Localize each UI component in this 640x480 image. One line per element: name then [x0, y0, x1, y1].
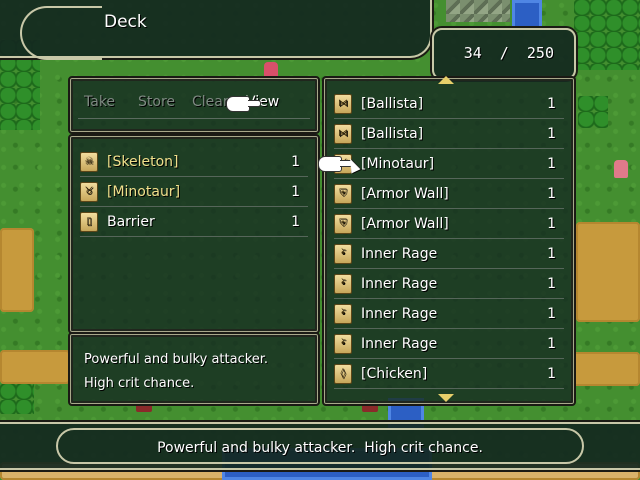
rage-face-icon: •᷅	[334, 274, 352, 294]
river	[512, 0, 542, 30]
command-row: Take Store Clear View	[84, 94, 300, 110]
rage-face-icon: •᷅	[334, 304, 352, 324]
dirt-patch	[0, 228, 34, 312]
selection-hand-icon	[318, 156, 353, 172]
ballista-icon: ⋈	[334, 94, 352, 114]
card-name: [Skeleton]	[107, 154, 179, 170]
row-divider	[334, 298, 564, 299]
card-name: [Ballista]	[361, 96, 424, 112]
card-quantity: 1	[291, 214, 300, 230]
ballista-icon: ⋈	[334, 124, 352, 144]
scroll-down-arrow-icon[interactable]	[438, 394, 454, 402]
row-divider	[80, 176, 308, 177]
help-frame: Powerful and bulky attacker. High crit c…	[56, 428, 584, 464]
card-quantity: 1	[547, 336, 556, 352]
row-divider	[334, 148, 564, 149]
barrier-icon: ▯	[80, 212, 98, 232]
forest	[578, 96, 608, 128]
card-quantity: 1	[547, 156, 556, 172]
row-divider	[334, 388, 564, 389]
card-quantity: 1	[547, 186, 556, 202]
command-divider	[78, 118, 310, 119]
deck-list-panel: ☠ [Skeleton] 1 ♉ [Minotaur] 1 ▯ Barrier 1	[68, 134, 320, 334]
row-divider	[80, 236, 308, 237]
deck-counter: 34 / 250	[432, 28, 576, 80]
card-list-item[interactable]: ♉[Minotaur]1	[334, 150, 564, 179]
card-name: [Armor Wall]	[361, 216, 449, 232]
card-list-item[interactable]: •᷅ Inner Rage 1	[334, 300, 564, 329]
card-quantity: 1	[547, 306, 556, 322]
store-command[interactable]: Store	[138, 94, 192, 110]
row-divider	[334, 238, 564, 239]
card-quantity: 1	[547, 276, 556, 292]
card-quantity: 1	[547, 216, 556, 232]
row-divider	[334, 208, 564, 209]
row-divider	[334, 328, 564, 329]
card-name: [Minotaur]	[361, 156, 435, 172]
skull-icon: ☠	[80, 152, 98, 172]
dirt-patch	[0, 350, 70, 384]
card-list-item[interactable]: •᷅ Inner Rage 1	[334, 240, 564, 269]
row-divider	[334, 118, 564, 119]
card-name: Barrier	[107, 214, 155, 230]
description-line-2: High crit chance.	[84, 376, 195, 391]
armor-icon: ⛨	[334, 214, 352, 234]
window-title: Deck	[104, 12, 147, 32]
armor-icon: ⛨	[334, 184, 352, 204]
description-panel: Powerful and bulky attacker. High crit c…	[68, 332, 320, 406]
card-name: [Chicken]	[361, 366, 428, 382]
card-list-panel: ⋈[Ballista]1⋈[Ballista]1♉[Minotaur]1⛨[Ar…	[322, 76, 576, 406]
card-name: [Minotaur]	[107, 184, 181, 200]
card-name: Inner Rage	[361, 336, 438, 352]
description-line-1: Powerful and bulky attacker.	[84, 352, 269, 367]
deck-list-item[interactable]: ♉ [Minotaur] 1	[80, 178, 308, 207]
card-name: Inner Rage	[361, 306, 438, 322]
command-panel: Take Store Clear View	[68, 76, 320, 134]
rage-face-icon: •᷅	[334, 334, 352, 354]
card-name: [Ballista]	[361, 126, 424, 142]
card-list-item[interactable]: •᷅ Inner Rage 1	[334, 270, 564, 299]
card-quantity: 1	[547, 246, 556, 262]
title-bar: Deck	[0, 0, 432, 60]
rocky-hills	[446, 0, 510, 22]
forest	[574, 0, 640, 70]
card-quantity: 1	[291, 184, 300, 200]
row-divider	[80, 206, 308, 207]
card-list-item[interactable]: ◊ [Chicken] 1	[334, 360, 564, 389]
card-quantity: 1	[547, 366, 556, 382]
card-quantity: 1	[291, 154, 300, 170]
bull-icon: ♉	[80, 182, 98, 202]
deck-list-item[interactable]: ▯ Barrier 1	[80, 208, 308, 237]
dirt-patch	[572, 352, 640, 386]
deck-count-text: 34 / 250	[463, 44, 554, 62]
pointer-hand-icon	[226, 96, 261, 112]
card-list-item[interactable]: ⛨ [Armor Wall] 1	[334, 210, 564, 239]
map-unit-sprite	[614, 160, 628, 178]
row-divider	[334, 358, 564, 359]
card-quantity: 1	[547, 126, 556, 142]
card-list-item[interactable]: ⋈ [Ballista] 1	[334, 120, 564, 149]
card-name: Inner Rage	[361, 246, 438, 262]
card-list-item[interactable]: •᷅ Inner Rage 1	[334, 330, 564, 359]
rage-face-icon: •᷅	[334, 244, 352, 264]
forest	[0, 384, 34, 414]
card-list-item[interactable]: ⛨ [Armor Wall] 1	[334, 180, 564, 209]
take-command[interactable]: Take	[84, 94, 138, 110]
chicken-icon: ◊	[334, 364, 352, 384]
deck-list-item[interactable]: ☠ [Skeleton] 1	[80, 148, 308, 177]
title-ornament	[20, 6, 102, 60]
help-bar: Powerful and bulky attacker. High crit c…	[0, 422, 640, 470]
dirt-patch	[576, 222, 640, 322]
card-list-item[interactable]: ⋈ [Ballista] 1	[334, 90, 564, 119]
card-name: Inner Rage	[361, 276, 438, 292]
row-divider	[334, 268, 564, 269]
help-text: Powerful and bulky attacker. High crit c…	[157, 440, 483, 456]
row-divider	[334, 178, 564, 179]
card-quantity: 1	[547, 96, 556, 112]
card-name: [Armor Wall]	[361, 186, 449, 202]
scroll-up-arrow-icon[interactable]	[438, 76, 454, 84]
